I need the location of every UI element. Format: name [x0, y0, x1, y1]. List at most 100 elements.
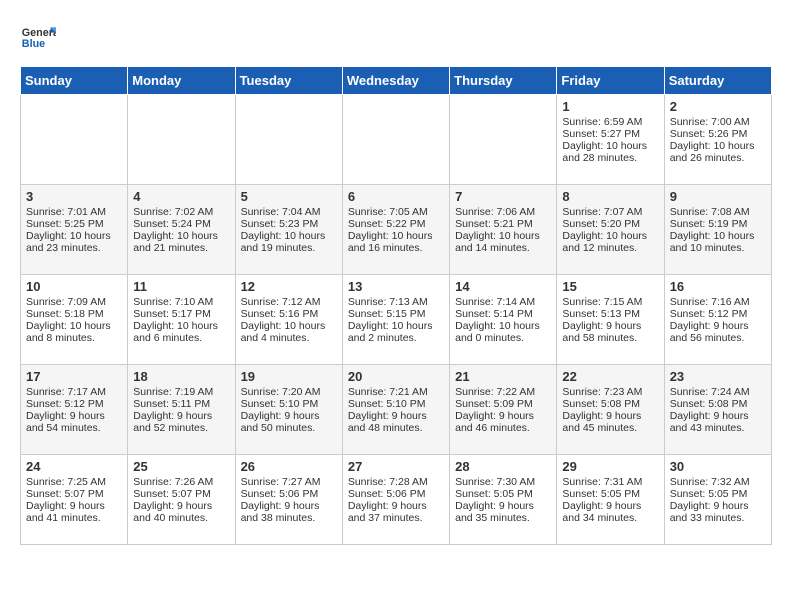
day-info: Daylight: 9 hours and 56 minutes. — [670, 320, 766, 344]
day-info: Daylight: 10 hours and 2 minutes. — [348, 320, 444, 344]
day-info: Sunset: 5:05 PM — [670, 488, 766, 500]
day-number: 3 — [26, 189, 122, 204]
day-number: 19 — [241, 369, 337, 384]
day-number: 13 — [348, 279, 444, 294]
day-info: Sunset: 5:12 PM — [670, 308, 766, 320]
day-info: Sunset: 5:18 PM — [26, 308, 122, 320]
day-info: Sunset: 5:25 PM — [26, 218, 122, 230]
calendar-cell: 29Sunrise: 7:31 AMSunset: 5:05 PMDayligh… — [557, 455, 664, 545]
day-info: Sunset: 5:22 PM — [348, 218, 444, 230]
calendar-cell: 25 Sunrise: 7:26 AMSunset: 5:07 PMDayligh… — [128, 455, 235, 545]
calendar-cell: 3 Sunrise: 7:01 AMSunset: 5:25 PMDaylight… — [21, 185, 128, 275]
day-info: Sunset: 5:16 PM — [241, 308, 337, 320]
day-info: Daylight: 9 hours and 40 minutes. — [133, 500, 229, 524]
day-info: Daylight: 9 hours and 37 minutes. — [348, 500, 444, 524]
day-number: 1 — [562, 99, 658, 114]
calendar-cell: 6 Sunrise: 7:05 AMSunset: 5:22 PMDaylight… — [342, 185, 449, 275]
day-number: 17 — [26, 369, 122, 384]
calendar-cell: 26Sunrise: 7:27 AMSunset: 5:06 PMDayligh… — [235, 455, 342, 545]
day-info: Daylight: 10 hours and 16 minutes. — [348, 230, 444, 254]
day-number: 7 — [455, 189, 551, 204]
day-header-wednesday: Wednesday — [342, 67, 449, 95]
day-header-tuesday: Tuesday — [235, 67, 342, 95]
calendar-cell: 16Sunrise: 7:16 AMSunset: 5:12 PMDayligh… — [664, 275, 771, 365]
day-info: Sunset: 5:13 PM — [562, 308, 658, 320]
day-info: Sunrise: 7:26 AM — [133, 476, 229, 488]
day-info: Sunrise: 7:21 AM — [348, 386, 444, 398]
day-info: Daylight: 10 hours and 26 minutes. — [670, 140, 766, 164]
day-info: Sunrise: 7:30 AM — [455, 476, 551, 488]
day-info: Sunrise: 7:25 AM — [26, 476, 122, 488]
day-info: Sunset: 5:10 PM — [348, 398, 444, 410]
day-header-thursday: Thursday — [450, 67, 557, 95]
calendar-cell: 4Sunrise: 7:02 AMSunset: 5:24 PMDaylight… — [128, 185, 235, 275]
day-number: 26 — [241, 459, 337, 474]
day-number: 11 — [133, 279, 229, 294]
calendar-cell: 22Sunrise: 7:23 AMSunset: 5:08 PMDayligh… — [557, 365, 664, 455]
day-info: Daylight: 9 hours and 43 minutes. — [670, 410, 766, 434]
day-number: 6 — [348, 189, 444, 204]
day-info: Sunrise: 6:59 AM — [562, 116, 658, 128]
day-info: Sunset: 5:05 PM — [562, 488, 658, 500]
day-info: Daylight: 10 hours and 0 minutes. — [455, 320, 551, 344]
day-info: Daylight: 10 hours and 23 minutes. — [26, 230, 122, 254]
calendar-cell: 1Sunrise: 6:59 AMSunset: 5:27 PMDaylight… — [557, 95, 664, 185]
day-info: Daylight: 9 hours and 41 minutes. — [26, 500, 122, 524]
day-info: Daylight: 10 hours and 8 minutes. — [26, 320, 122, 344]
day-info: Daylight: 9 hours and 34 minutes. — [562, 500, 658, 524]
calendar-cell: 20Sunrise: 7:21 AMSunset: 5:10 PMDayligh… — [342, 365, 449, 455]
day-info: Sunrise: 7:05 AM — [348, 206, 444, 218]
day-header-saturday: Saturday — [664, 67, 771, 95]
day-info: Sunrise: 7:09 AM — [26, 296, 122, 308]
logo: General Blue — [20, 20, 56, 56]
day-info: Daylight: 10 hours and 12 minutes. — [562, 230, 658, 254]
day-info: Sunrise: 7:23 AM — [562, 386, 658, 398]
calendar-cell: 9Sunrise: 7:08 AMSunset: 5:19 PMDaylight… — [664, 185, 771, 275]
day-info: Sunrise: 7:32 AM — [670, 476, 766, 488]
day-info: Sunset: 5:07 PM — [26, 488, 122, 500]
day-info: Sunset: 5:07 PM — [133, 488, 229, 500]
calendar-cell: 5Sunrise: 7:04 AMSunset: 5:23 PMDaylight… — [235, 185, 342, 275]
day-info: Sunrise: 7:31 AM — [562, 476, 658, 488]
day-number: 25 — [133, 459, 229, 474]
calendar-cell: 24 Sunrise: 7:25 AMSunset: 5:07 PMDayligh… — [21, 455, 128, 545]
day-info: Sunrise: 7:19 AM — [133, 386, 229, 398]
day-info: Daylight: 10 hours and 4 minutes. — [241, 320, 337, 344]
day-info: Daylight: 9 hours and 38 minutes. — [241, 500, 337, 524]
day-info: Sunset: 5:21 PM — [455, 218, 551, 230]
day-info: Sunrise: 7:15 AM — [562, 296, 658, 308]
calendar-cell: 19Sunrise: 7:20 AMSunset: 5:10 PMDayligh… — [235, 365, 342, 455]
day-info: Sunrise: 7:08 AM — [670, 206, 766, 218]
day-info: Sunset: 5:10 PM — [241, 398, 337, 410]
day-number: 9 — [670, 189, 766, 204]
calendar-cell — [128, 95, 235, 185]
day-info: Sunset: 5:11 PM — [133, 398, 229, 410]
day-info: Daylight: 9 hours and 45 minutes. — [562, 410, 658, 434]
day-number: 24 — [26, 459, 122, 474]
day-info: Sunset: 5:09 PM — [455, 398, 551, 410]
day-number: 30 — [670, 459, 766, 474]
day-info: Daylight: 9 hours and 46 minutes. — [455, 410, 551, 434]
day-info: Daylight: 9 hours and 35 minutes. — [455, 500, 551, 524]
calendar-table: SundayMondayTuesdayWednesdayThursdayFrid… — [20, 66, 772, 545]
day-number: 18 — [133, 369, 229, 384]
day-info: Sunset: 5:08 PM — [562, 398, 658, 410]
day-info: Sunrise: 7:00 AM — [670, 116, 766, 128]
day-info: Sunset: 5:26 PM — [670, 128, 766, 140]
calendar-cell: 30Sunrise: 7:32 AMSunset: 5:05 PMDayligh… — [664, 455, 771, 545]
day-number: 20 — [348, 369, 444, 384]
day-info: Sunrise: 7:01 AM — [26, 206, 122, 218]
day-number: 12 — [241, 279, 337, 294]
day-info: Sunset: 5:08 PM — [670, 398, 766, 410]
calendar-cell: 28Sunrise: 7:30 AMSunset: 5:05 PMDayligh… — [450, 455, 557, 545]
day-header-friday: Friday — [557, 67, 664, 95]
day-info: Sunset: 5:24 PM — [133, 218, 229, 230]
day-info: Sunrise: 7:07 AM — [562, 206, 658, 218]
day-info: Daylight: 9 hours and 58 minutes. — [562, 320, 658, 344]
day-info: Sunset: 5:06 PM — [241, 488, 337, 500]
day-info: Sunset: 5:14 PM — [455, 308, 551, 320]
day-info: Daylight: 10 hours and 21 minutes. — [133, 230, 229, 254]
calendar-cell: 11Sunrise: 7:10 AMSunset: 5:17 PMDayligh… — [128, 275, 235, 365]
page-header: General Blue — [20, 20, 772, 56]
day-info: Sunrise: 7:22 AM — [455, 386, 551, 398]
